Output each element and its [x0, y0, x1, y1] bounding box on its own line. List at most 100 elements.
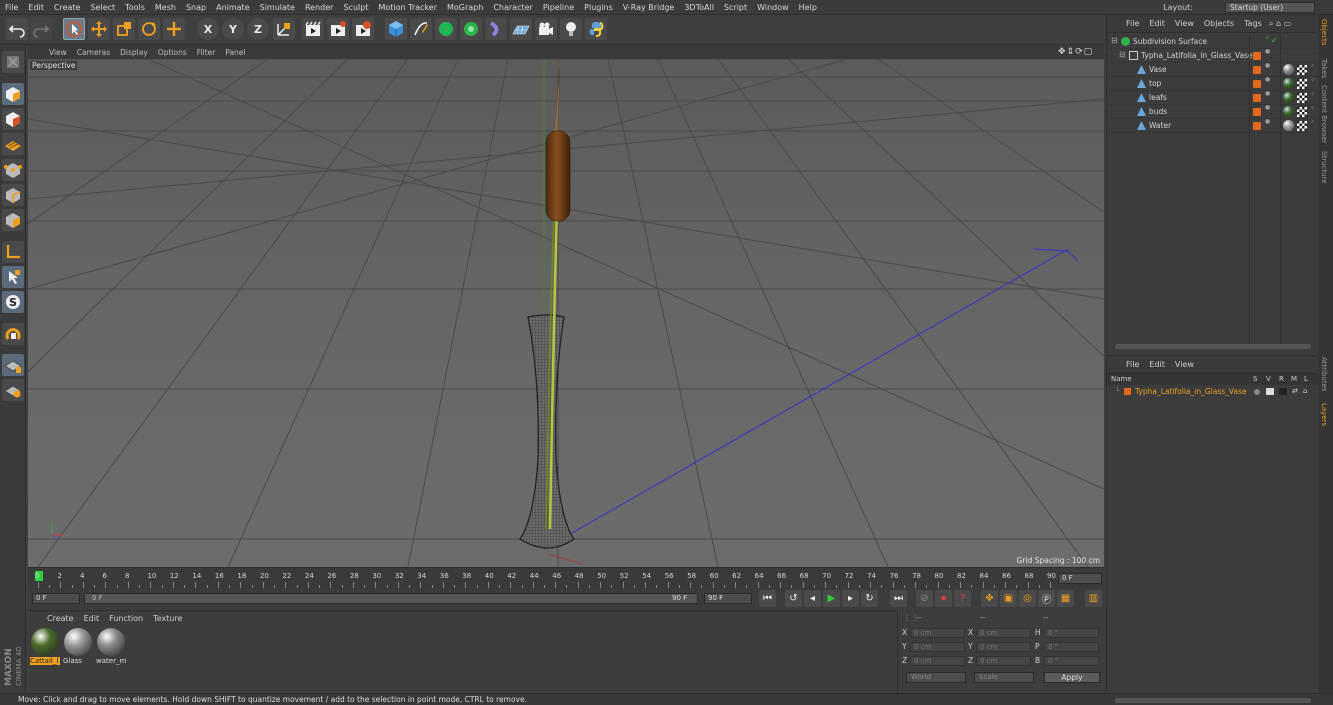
redo-icon[interactable]	[30, 18, 52, 40]
material-tag[interactable]	[1283, 106, 1294, 117]
model-mode-icon[interactable]	[2, 83, 24, 105]
preview-range-slider[interactable]	[84, 593, 698, 604]
object-row[interactable]: top ● ⁘	[1107, 77, 1318, 91]
scale-icon[interactable]	[113, 18, 135, 40]
layer-color-swatch[interactable]	[1124, 388, 1131, 395]
rotation-key-icon[interactable]: ◎	[1019, 590, 1036, 607]
material-tag[interactable]	[1283, 92, 1294, 103]
layer-tag[interactable]	[1253, 66, 1261, 74]
tab-content-browser[interactable]: Content Browser	[1320, 85, 1328, 143]
menu-select[interactable]: Select	[85, 3, 120, 12]
menu-window[interactable]: Window	[752, 3, 794, 12]
menu-tools[interactable]: Tools	[120, 3, 150, 12]
timeline-window-icon[interactable]: ▥	[1085, 590, 1102, 607]
render-settings-icon[interactable]	[352, 18, 374, 40]
tab-attributes[interactable]: Attributes	[1320, 357, 1328, 392]
cube-icon[interactable]	[385, 18, 407, 40]
deformer-icon[interactable]	[485, 18, 507, 40]
menu-file[interactable]: File	[0, 3, 23, 12]
menu-sculpt[interactable]: Sculpt	[338, 3, 373, 12]
visibility-dots[interactable]: ●	[1265, 105, 1270, 111]
menu-edit[interactable]: Edit	[23, 3, 49, 12]
material-menu-function[interactable]: Function	[104, 614, 148, 623]
object-row[interactable]: ⊟ Typha_Latifolia_in_Glass_Vase ●	[1107, 49, 1318, 63]
uvw-tag[interactable]	[1297, 65, 1307, 75]
solo-toggle[interactable]	[1254, 389, 1260, 395]
object-row[interactable]: Water ● ⁘	[1107, 119, 1318, 133]
object-menu-objects[interactable]: Objects	[1199, 19, 1239, 28]
go-to-end-icon[interactable]: ⏭	[890, 590, 907, 607]
snapping-icon[interactable]: S	[2, 291, 24, 313]
coord-field[interactable]: 0 °	[1044, 656, 1099, 666]
menu-render[interactable]: Render	[300, 3, 338, 12]
menu-motion-tracker[interactable]: Motion Tracker	[373, 3, 442, 12]
material-menu-texture[interactable]: Texture	[148, 614, 187, 623]
lock-icon[interactable]: ⌂	[1303, 387, 1307, 395]
point-level-animation-icon[interactable]: ▦	[1057, 590, 1074, 607]
position-key-icon[interactable]: ✥	[981, 590, 998, 607]
object-scrollbar[interactable]	[1115, 344, 1311, 349]
material-menu-edit[interactable]: Edit	[79, 614, 105, 623]
keyframe-selection-icon[interactable]: ?	[954, 590, 971, 607]
menu-create[interactable]: Create	[49, 3, 86, 12]
y-axis-lock-button[interactable]: Y	[222, 18, 244, 40]
coord-field[interactable]: 0 cm	[910, 628, 965, 638]
undo-icon[interactable]	[6, 18, 28, 40]
material-preview[interactable]	[97, 628, 125, 656]
coord-field[interactable]: 0 °	[1044, 628, 1099, 638]
tab-structure[interactable]: Structure	[1320, 151, 1328, 184]
start-frame-field[interactable]: 0 F	[32, 593, 80, 604]
visibility-dots[interactable]: ●	[1265, 91, 1270, 97]
object-menu-view[interactable]: View	[1170, 19, 1199, 28]
viewport-menu-display[interactable]: Display	[115, 48, 153, 57]
object-name[interactable]: Subdivision Surface	[1133, 37, 1207, 46]
parameter-key-icon[interactable]: Ⓟ	[1038, 590, 1055, 607]
make-editable-icon[interactable]	[2, 51, 24, 73]
object-name[interactable]: Typha_Latifolia_in_Glass_Vase	[1141, 51, 1253, 60]
material-preview[interactable]	[64, 628, 92, 656]
layer-scrollbar[interactable]	[1115, 698, 1311, 703]
coord-mode-dropdown[interactable]: Scale	[974, 672, 1034, 683]
pen-spline-icon[interactable]	[410, 18, 432, 40]
object-menu-tags[interactable]: Tags	[1239, 19, 1267, 28]
locked-workplane-icon[interactable]	[2, 323, 24, 345]
viewport-menu-view[interactable]: View	[44, 48, 72, 57]
object-row[interactable]: Vase ● ⁘	[1107, 63, 1318, 77]
axis-mode-icon[interactable]	[2, 241, 24, 263]
points-mode-icon[interactable]	[2, 159, 24, 181]
tab-takes[interactable]: Takes	[1320, 59, 1328, 78]
visibility-dots[interactable]: ●	[1265, 77, 1270, 83]
coordinate-system-icon[interactable]	[273, 18, 295, 40]
expand-toggle-icon[interactable]: ⊟	[1111, 36, 1118, 45]
menu-simulate[interactable]: Simulate	[255, 3, 300, 12]
material-tag[interactable]	[1283, 120, 1294, 131]
coord-field[interactable]: 0 cm	[976, 642, 1031, 652]
object-row[interactable]: leafs ● ⁘	[1107, 91, 1318, 105]
autokey-icon[interactable]: ⏺	[935, 590, 952, 607]
layer-menu-edit[interactable]: Edit	[1144, 360, 1170, 369]
render-picture-viewer-icon[interactable]	[327, 18, 349, 40]
timeline[interactable]: 0 F 0 2 4 6 8 10 12 14 16 18 20 22 24 26 28 30 32 34 36 38 4…	[28, 567, 1104, 589]
object-name[interactable]: Water	[1149, 121, 1171, 130]
material-tag[interactable]	[1283, 64, 1294, 75]
polygons-mode-icon[interactable]	[2, 209, 24, 231]
material-swatch[interactable]: Glass	[63, 627, 93, 667]
uvw-tag[interactable]	[1297, 107, 1307, 117]
z-axis-lock-button[interactable]: Z	[247, 18, 269, 40]
x-axis-lock-button[interactable]: X	[197, 18, 219, 40]
next-key-icon[interactable]: ↻	[861, 590, 878, 607]
scale-key-icon[interactable]: ▣	[1000, 590, 1017, 607]
coord-space-dropdown[interactable]: World	[906, 672, 966, 683]
floor-icon[interactable]	[510, 18, 532, 40]
visibility-dots[interactable]: ●	[1265, 49, 1270, 55]
next-frame-icon[interactable]: ▸	[842, 590, 859, 607]
apply-button[interactable]: Apply	[1044, 672, 1100, 683]
enabled-check-icon[interactable]: ✓	[1271, 36, 1278, 45]
coord-field[interactable]: 0 cm	[910, 656, 965, 666]
material-swatch[interactable]: water_m	[96, 627, 126, 667]
object-menu-file[interactable]: File	[1121, 19, 1144, 28]
menu-pipeline[interactable]: Pipeline	[538, 3, 579, 12]
rotate-icon[interactable]	[138, 18, 160, 40]
visible-toggle[interactable]	[1266, 388, 1274, 395]
menu-help[interactable]: Help	[794, 3, 822, 12]
